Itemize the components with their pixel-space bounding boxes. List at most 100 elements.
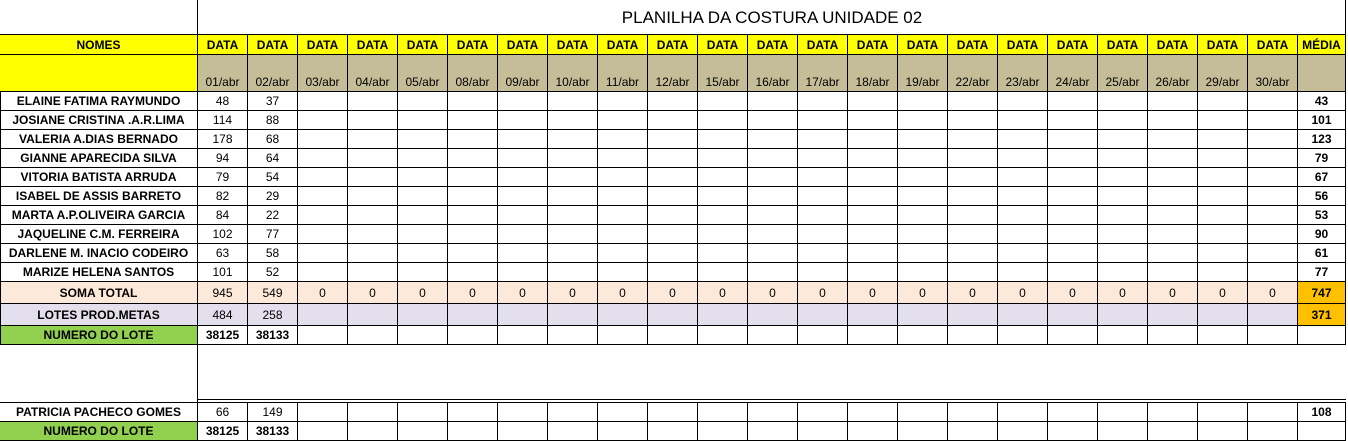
header-date-03-abr[interactable]: 03/abr [298,55,348,92]
value-cell[interactable] [948,263,998,282]
lot-number-cell[interactable] [448,422,498,441]
value-cell[interactable] [1198,244,1248,263]
total-cell[interactable]: 945 [198,282,248,304]
value-cell[interactable] [748,92,798,111]
lotes-cell[interactable] [698,304,748,326]
value-cell[interactable] [548,244,598,263]
header-date-22-abr[interactable]: 22/abr [948,55,998,92]
value-cell[interactable] [498,92,548,111]
lot-number-cell[interactable] [1198,422,1248,441]
value-cell[interactable] [798,187,848,206]
average-cell[interactable]: 90 [1298,225,1346,244]
header-data-20[interactable]: DATA [1148,35,1198,55]
lot-number-cell[interactable] [1098,422,1148,441]
lotes-cell[interactable] [898,304,948,326]
total-cell[interactable]: 0 [398,282,448,304]
value-cell[interactable] [648,244,698,263]
value-cell[interactable] [898,206,948,225]
value-cell[interactable] [1048,168,1098,187]
value-cell[interactable] [398,130,448,149]
value-cell[interactable] [998,168,1048,187]
value-cell[interactable] [748,206,798,225]
average-cell[interactable]: 67 [1298,168,1346,187]
value-cell[interactable] [598,130,648,149]
value-cell[interactable] [298,111,348,130]
lot-number-cell[interactable]: 38125 [198,326,248,345]
lotes-cell[interactable]: 484 [198,304,248,326]
value-cell[interactable] [298,168,348,187]
value-cell[interactable] [648,168,698,187]
value-cell[interactable] [398,225,448,244]
value-cell[interactable] [448,111,498,130]
header-data-6[interactable]: DATA [448,35,498,55]
value-cell[interactable] [498,244,548,263]
value-cell[interactable] [948,111,998,130]
value-cell[interactable] [1098,92,1148,111]
header-data-21[interactable]: DATA [1198,35,1248,55]
value-cell[interactable] [948,244,998,263]
total-cell[interactable]: 0 [648,282,698,304]
value-cell[interactable] [898,130,948,149]
value-cell[interactable] [648,225,698,244]
value-cell[interactable] [1098,244,1148,263]
value-cell[interactable] [1198,149,1248,168]
value-cell[interactable] [948,403,998,422]
value-cell[interactable] [1148,149,1198,168]
average-cell[interactable]: 43 [1298,92,1346,111]
header-date-10-abr[interactable]: 10/abr [548,55,598,92]
header-date-12-abr[interactable]: 12/abr [648,55,698,92]
lot-number-cell[interactable] [548,326,598,345]
header-media[interactable]: MÉDIA [1298,35,1346,55]
average-cell[interactable]: 77 [1298,263,1346,282]
value-cell[interactable] [798,263,848,282]
header-data-8[interactable]: DATA [548,35,598,55]
value-cell[interactable] [398,244,448,263]
lot-number-cell[interactable] [1098,326,1148,345]
value-cell[interactable] [548,206,598,225]
value-cell[interactable] [898,225,948,244]
lot-number-cell[interactable] [398,326,448,345]
value-cell[interactable] [1198,92,1248,111]
value-cell[interactable] [848,168,898,187]
header-date-01-abr[interactable]: 01/abr [198,55,248,92]
header-date-30-abr[interactable]: 30/abr [1248,55,1298,92]
total-average[interactable]: 747 [1298,282,1346,304]
value-cell[interactable] [1198,225,1248,244]
value-cell[interactable] [898,92,948,111]
value-cell[interactable] [998,263,1048,282]
header-data-12[interactable]: DATA [748,35,798,55]
header-data-13[interactable]: DATA [798,35,848,55]
value-cell[interactable]: 94 [198,149,248,168]
lot-number-cell[interactable]: 38133 [248,422,298,441]
value-cell[interactable] [298,149,348,168]
value-cell[interactable] [698,244,748,263]
value-cell[interactable] [548,130,598,149]
lot-number-cell[interactable] [798,326,848,345]
value-cell[interactable] [848,149,898,168]
average-cell[interactable]: 123 [1298,130,1346,149]
header-data-4[interactable]: DATA [348,35,398,55]
value-cell[interactable] [748,263,798,282]
value-cell[interactable] [848,92,898,111]
value-cell[interactable] [1098,225,1148,244]
average-cell[interactable]: 101 [1298,111,1346,130]
value-cell[interactable] [1198,130,1248,149]
value-cell[interactable] [348,187,398,206]
header-data-7[interactable]: DATA [498,35,548,55]
worker-name[interactable]: MARTA A.P.OLIVEIRA GARCIA [0,206,198,225]
lotes-cell[interactable] [298,304,348,326]
value-cell[interactable] [748,149,798,168]
value-cell[interactable] [798,130,848,149]
header-date-17-abr[interactable]: 17/abr [798,55,848,92]
value-cell[interactable]: 79 [198,168,248,187]
value-cell[interactable] [948,92,998,111]
value-cell[interactable] [348,263,398,282]
header-date-25-abr[interactable]: 25/abr [1098,55,1148,92]
lotes-label[interactable]: LOTES PROD.METAS [0,304,198,326]
value-cell[interactable] [648,403,698,422]
value-cell[interactable] [898,187,948,206]
header-date-04-abr[interactable]: 04/abr [348,55,398,92]
value-cell[interactable] [1248,403,1298,422]
value-cell[interactable] [898,263,948,282]
header-data-9[interactable]: DATA [598,35,648,55]
